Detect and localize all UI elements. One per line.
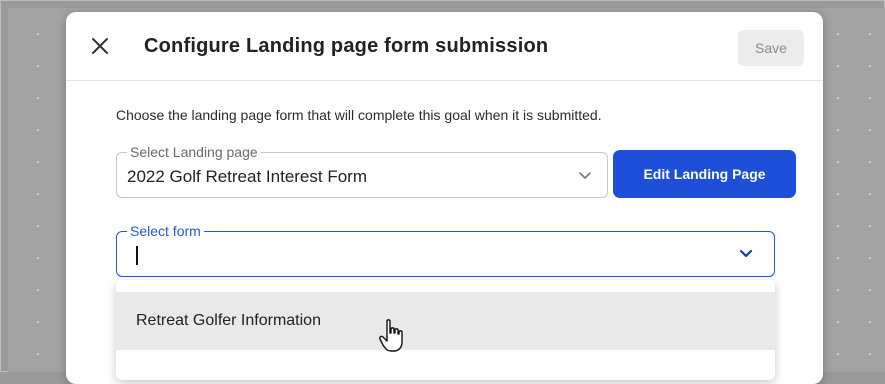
hand-pointer-icon [379, 319, 403, 352]
landing-page-select[interactable]: Select Landing page 2022 Golf Retreat In… [116, 144, 608, 198]
form-dropdown-menu: Retreat Golfer Information [116, 280, 775, 380]
dropdown-option[interactable]: Retreat Golfer Information [116, 292, 775, 350]
configure-dialog: Configure Landing page form submission S… [66, 12, 823, 384]
landing-page-select-value: 2022 Golf Retreat Interest Form [127, 167, 367, 186]
edit-landing-page-button[interactable]: Edit Landing Page [613, 150, 796, 198]
form-select[interactable]: Select form [116, 223, 775, 277]
form-select-label: Select form [127, 223, 204, 239]
dialog-description: Choose the landing page form that will c… [116, 107, 602, 123]
dialog-header: Configure Landing page form submission S… [66, 12, 823, 81]
text-caret [136, 246, 138, 265]
dropdown-option-label: Retreat Golfer Information [136, 312, 321, 329]
chevron-down-icon [739, 249, 753, 258]
chevron-down-icon [579, 172, 591, 179]
landing-page-select-label: Select Landing page [127, 144, 261, 160]
close-icon [92, 38, 108, 54]
dialog-title: Configure Landing page form submission [144, 35, 549, 57]
save-button[interactable]: Save [738, 30, 804, 66]
close-button[interactable] [88, 34, 112, 58]
